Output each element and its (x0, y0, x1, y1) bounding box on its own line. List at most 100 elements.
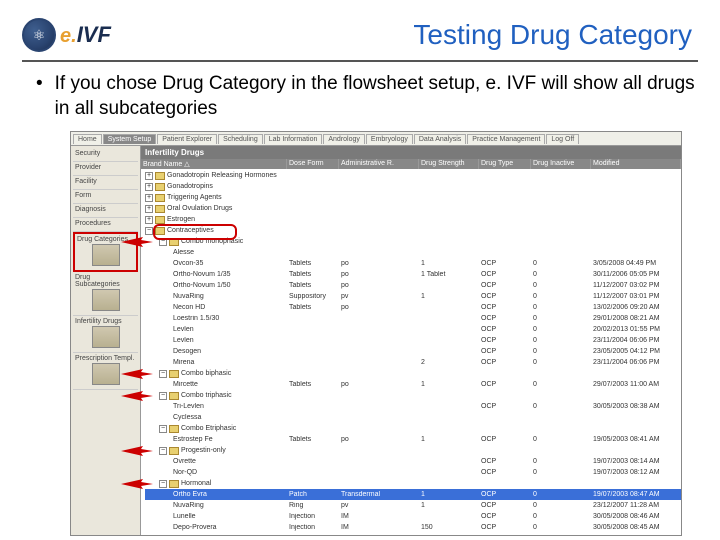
tab-embryology[interactable]: Embryology (366, 134, 413, 144)
minus-icon[interactable]: − (159, 370, 167, 378)
node-label: Hormonal (181, 480, 211, 487)
plus-icon[interactable]: + (145, 205, 153, 213)
tree-node[interactable]: +Gonadotropin Releasing Hormones (145, 170, 681, 181)
tree-node[interactable]: −Combo biphasic (145, 368, 681, 379)
cell: pv (339, 502, 419, 509)
table-row[interactable]: Necon HDTabletspoOCP013/02/2006 09:20 AM (145, 302, 681, 313)
table-row[interactable]: NuvaRingSuppositorypv1OCP011/12/2007 03:… (145, 291, 681, 302)
column-header[interactable]: Drug Inactive (531, 159, 591, 169)
node-label: Gonadotropins (167, 183, 213, 190)
cell: 19/07/2003 08:12 AM (591, 469, 681, 476)
table-row[interactable]: LevlenOCP023/11/2004 06:06 PM (145, 335, 681, 346)
table-row[interactable]: Nor-QDOCP019/07/2003 08:12 AM (145, 467, 681, 478)
plus-icon[interactable]: + (145, 216, 153, 224)
table-row[interactable]: Ortho-Novum 1/35Tabletspo1 TabletOCP030/… (145, 269, 681, 280)
tree-node[interactable]: + Gonadotropins (145, 181, 681, 192)
cell: pv (339, 293, 419, 300)
minus-icon[interactable]: − (159, 425, 167, 433)
cell: OCP (479, 491, 531, 498)
table-row[interactable]: LevlenOCP020/02/2013 01:55 PM (145, 324, 681, 335)
cell: OCP (479, 436, 531, 443)
column-header[interactable]: Dose Form (287, 159, 339, 169)
table-row[interactable]: Mirena2OCP023/11/2004 06:06 PM (145, 357, 681, 368)
cell: 0 (531, 304, 591, 311)
table-row[interactable]: LunelleInjectionIMOCP030/05/2008 08:46 A… (145, 511, 681, 522)
tab-system-setup[interactable]: System Setup (103, 134, 157, 144)
cell: 0 (531, 326, 591, 333)
plus-icon[interactable]: + (145, 194, 153, 202)
bullet-item: • If you chose Drug Category in the flow… (36, 72, 698, 121)
panel-title: Infertility Drugs (141, 146, 681, 159)
folder-icon (155, 183, 165, 191)
table-row[interactable]: Ovcon-35Tabletspo1OCP03/05/2008 04:49 PM (145, 258, 681, 269)
cell: OCP (479, 304, 531, 311)
column-header[interactable]: Modified (591, 159, 681, 169)
minus-icon[interactable]: − (159, 392, 167, 400)
cell: Injection (287, 513, 339, 520)
plus-icon[interactable]: + (145, 183, 153, 191)
table-row[interactable]: Alesse (145, 247, 681, 258)
tree-node[interactable]: +Oral Ovulation Drugs (145, 203, 681, 214)
sidebar-item-diagnosis[interactable]: Diagnosis (73, 204, 138, 218)
cell: OCP (479, 348, 531, 355)
cell: Depo-Provera (145, 524, 287, 531)
table-row[interactable]: MircetteTabletspo1OCP029/07/2003 11:00 A… (145, 379, 681, 390)
column-header[interactable]: Drug Strength (419, 159, 479, 169)
tab-andrology[interactable]: Andrology (323, 134, 365, 144)
column-header[interactable]: Administrative R. (339, 159, 419, 169)
sidebar-item-infertility-drugs[interactable]: Infertility Drugs (73, 316, 138, 353)
tab-scheduling[interactable]: Scheduling (218, 134, 263, 144)
sidebar-item-prescription-templ-[interactable]: Prescription Templ. (73, 353, 138, 390)
sidebar-item-drug-subcategories[interactable]: Drug Subcategories (73, 272, 138, 316)
tree-node[interactable]: − Combo Etriphasic (145, 423, 681, 434)
column-header[interactable]: Drug Type (479, 159, 531, 169)
minus-icon[interactable]: − (159, 480, 167, 488)
cell: 0 (531, 337, 591, 344)
tab-lab-information[interactable]: Lab Information (264, 134, 323, 144)
table-row[interactable]: Depo-ProveraInjectionIM150OCP030/05/2008… (145, 522, 681, 533)
tree-grid: +Gonadotropin Releasing Hormones+Gonadot… (141, 169, 681, 535)
cell: 13/02/2006 09:20 AM (591, 304, 681, 311)
tab-home[interactable]: Home (73, 134, 102, 144)
table-row[interactable]: Tri-LevlenOCP030/05/2003 08:38 AM (145, 401, 681, 412)
column-header[interactable]: Brand Name △ (141, 159, 287, 169)
sidebar-item-drug-categories[interactable]: Drug Categories (73, 232, 138, 272)
node-label: Triggering Agents (167, 194, 222, 201)
tree-node[interactable]: − Hormonal (145, 478, 681, 489)
tab-data-analysis[interactable]: Data Analysis (414, 134, 466, 144)
tree-node[interactable]: −Combo triphasic (145, 390, 681, 401)
table-row[interactable]: OvretteOCP019/07/2003 08:14 AM (145, 456, 681, 467)
sidebar-item-security[interactable]: Security (73, 148, 138, 162)
node-label: Progestin-only (181, 447, 226, 454)
sidebar-item-provider[interactable]: Provider (73, 162, 138, 176)
cell: Desogen (145, 348, 287, 355)
tree-node[interactable]: − Progestin-only (145, 445, 681, 456)
tab-log-off[interactable]: Log Off (546, 134, 579, 144)
cell: Tablets (287, 436, 339, 443)
tab-patient-explorer[interactable]: Patient Explorer (157, 134, 217, 144)
sidebar-item-facility[interactable]: Facility (73, 176, 138, 190)
folder-icon (155, 227, 165, 235)
sidebar-icon (92, 326, 120, 348)
table-row[interactable]: DesogenOCP023/05/2005 04:12 PM (145, 346, 681, 357)
table-row[interactable]: Estrostep FeTabletspo1OCP019/05/2003 08:… (145, 434, 681, 445)
cell: 23/05/2005 04:12 PM (591, 348, 681, 355)
table-row[interactable]: NuvaRingRingpv1OCP023/12/2007 11:28 AM (145, 500, 681, 511)
plus-icon[interactable]: + (145, 172, 153, 180)
tree-node[interactable]: + Triggering Agents (145, 192, 681, 203)
table-row[interactable]: Ortho-Novum 1/50TabletspoOCP011/12/2007 … (145, 280, 681, 291)
cell: 0 (531, 403, 591, 410)
minus-icon[interactable]: − (145, 227, 153, 235)
node-label: Estrogen (167, 216, 195, 223)
sidebar-item-form[interactable]: Form (73, 190, 138, 204)
table-row[interactable]: Cyclessa (145, 412, 681, 423)
minus-icon[interactable]: − (159, 447, 167, 455)
cell: 1 (419, 502, 479, 509)
node-label: Combo Etriphasic (181, 425, 236, 432)
sidebar-item-procedures[interactable]: Procedures (73, 218, 138, 232)
tab-practice-management[interactable]: Practice Management (467, 134, 545, 144)
table-row[interactable]: Loestrin 1.5/30OCP029/01/2008 08:21 AM (145, 313, 681, 324)
screenshot-panel: HomeSystem SetupPatient ExplorerScheduli… (70, 131, 682, 536)
table-row[interactable]: Ortho EvraPatchTransdermal1OCP019/07/200… (145, 489, 681, 500)
tree-node[interactable]: −Contraceptives (145, 225, 681, 236)
